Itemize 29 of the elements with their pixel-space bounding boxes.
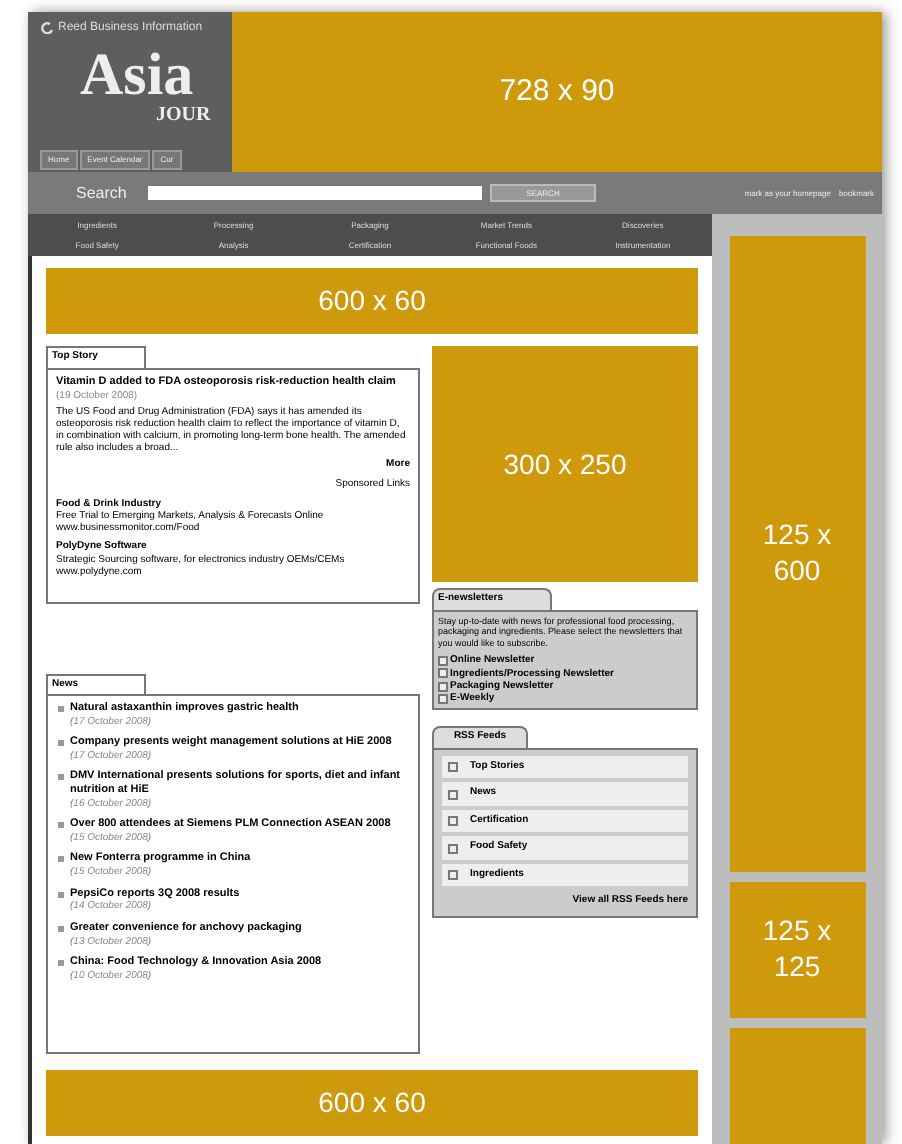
checkbox[interactable]: [438, 693, 448, 704]
bullet-icon: [58, 774, 64, 781]
bullet-icon: [58, 925, 64, 932]
ad-placeholder: [729, 1027, 865, 1144]
checkbox[interactable]: [448, 762, 458, 773]
checkbox[interactable]: [438, 681, 448, 691]
bullet-icon: [58, 706, 64, 712]
checkbox[interactable]: [448, 816, 458, 827]
search-field[interactable]: [148, 186, 482, 200]
ad-size-label: 728 x 90: [499, 71, 615, 112]
ad-size-label: 600 x 60: [318, 1084, 426, 1122]
bullet-icon: [58, 959, 64, 966]
logo-subtitle: JOUR: [154, 106, 213, 126]
checkbox[interactable]: [448, 789, 458, 800]
bullet-icon: [58, 856, 64, 863]
bullet-icon: [58, 740, 64, 747]
bullet-icon: [58, 891, 64, 897]
checkbox[interactable]: [438, 668, 448, 679]
logo-icon: [40, 22, 54, 34]
ad-size-label: 125 x 125: [760, 914, 834, 985]
checkbox[interactable]: [448, 870, 458, 881]
bullet-icon: [58, 822, 64, 829]
ad-size-label: 600 x 60: [318, 282, 426, 320]
logo-title: Asia: [80, 46, 194, 106]
search-label: Search: [76, 181, 129, 205]
ad-size-label: 300 x 250: [503, 445, 627, 483]
checkbox[interactable]: [438, 656, 448, 666]
checkbox[interactable]: [448, 843, 458, 854]
ad-size-label: 125 x 600: [760, 518, 834, 589]
